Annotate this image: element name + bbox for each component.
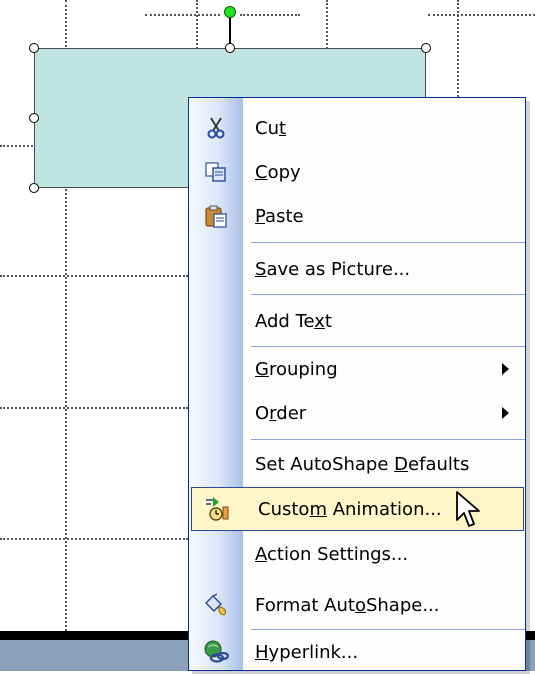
resize-handle-top-left[interactable] [29, 43, 39, 53]
menu-item-label: Order [255, 402, 307, 424]
menu-item-action-settings[interactable]: Action Settings... [189, 532, 525, 576]
menu-item-cut[interactable]: Cut [189, 106, 525, 150]
menu-item-set-autoshape-defaults[interactable]: Set AutoShape Defaults [189, 442, 525, 486]
menu-item-label: Save as Picture... [255, 258, 411, 280]
custom-animation-icon [202, 494, 232, 524]
menu-item-label: Format AutoShape... [255, 594, 440, 616]
scissors-icon [201, 113, 231, 143]
menu-item-format-autoshape[interactable]: Format AutoShape... [189, 583, 525, 627]
menu-item-save-as-picture[interactable]: Save as Picture... [189, 247, 525, 291]
resize-handle-middle-left[interactable] [29, 113, 39, 123]
horizontal-guide [0, 538, 188, 540]
menu-item-paste[interactable]: Paste [189, 194, 525, 238]
rotation-handle[interactable] [224, 6, 236, 18]
format-autoshape-icon [201, 590, 231, 620]
menu-item-label: Paste [255, 205, 304, 227]
horizontal-guide [145, 14, 220, 16]
hyperlink-icon [201, 637, 231, 667]
resize-handle-top-center[interactable] [225, 43, 235, 53]
menu-item-label: Action Settings... [255, 543, 409, 565]
resize-handle-bottom-left[interactable] [29, 183, 39, 193]
menu-separator [251, 242, 525, 243]
horizontal-guide [428, 14, 535, 16]
vertical-guide [457, 0, 459, 97]
submenu-arrow-icon [502, 407, 509, 419]
submenu-arrow-icon [502, 363, 509, 375]
context-menu: Cut Copy Paste Save as Picture... Add Te… [188, 97, 526, 671]
menu-item-label: Add Text [255, 310, 332, 332]
menu-item-label: Set AutoShape Defaults [255, 453, 470, 475]
menu-item-label: Hyperlink... [255, 641, 359, 663]
menu-item-add-text[interactable]: Add Text [189, 299, 525, 343]
menu-item-hyperlink[interactable]: Hyperlink... [189, 630, 525, 674]
menu-separator [251, 294, 525, 295]
menu-item-grouping[interactable]: Grouping [189, 347, 525, 391]
mouse-pointer-icon [456, 491, 480, 527]
menu-separator [251, 439, 525, 440]
copy-icon [201, 157, 231, 187]
menu-item-label: Grouping [255, 358, 338, 380]
horizontal-guide [240, 14, 300, 16]
horizontal-guide [0, 275, 188, 277]
resize-handle-top-right[interactable] [421, 43, 431, 53]
menu-item-label: Cut [255, 117, 287, 139]
menu-item-label: Copy [255, 161, 301, 183]
paste-icon [201, 201, 231, 231]
menu-item-copy[interactable]: Copy [189, 150, 525, 194]
menu-item-label: Custom Animation... [258, 498, 442, 520]
menu-item-order[interactable]: Order [189, 391, 525, 435]
horizontal-guide [0, 407, 188, 409]
